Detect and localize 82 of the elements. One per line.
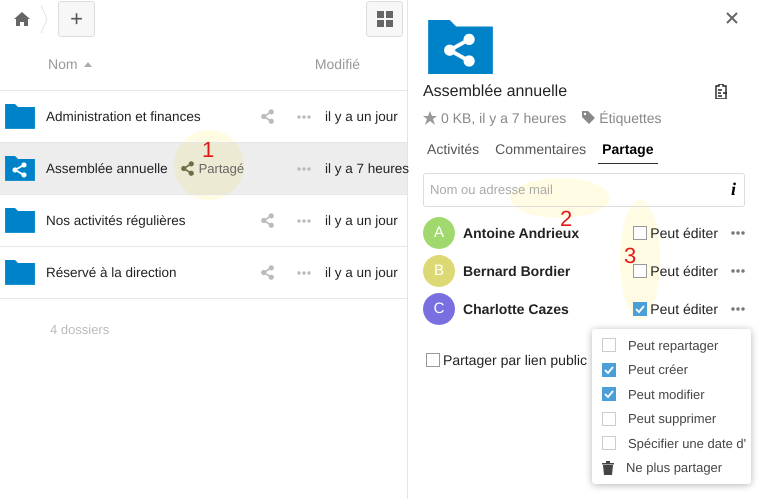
checkbox[interactable] [602, 387, 616, 402]
permission-label: Peut éditer [650, 224, 718, 241]
clipboard-icon[interactable] [714, 84, 728, 100]
more-button[interactable] [297, 270, 311, 274]
modified-time: il y a un jour [325, 213, 399, 228]
checkbox[interactable] [633, 264, 648, 278]
more-button[interactable] [731, 230, 745, 235]
more-button[interactable] [297, 114, 311, 118]
file-title: Assemblée annuelle [423, 82, 568, 101]
more-icon [297, 218, 311, 222]
folder-count: 4 dossiers [49, 321, 110, 337]
checkbox[interactable] [602, 338, 616, 352]
more-button[interactable] [731, 268, 745, 273]
checkbox[interactable] [602, 362, 616, 377]
tab[interactable]: Commentaires [491, 136, 590, 164]
more-icon [297, 270, 311, 274]
star-icon[interactable] [423, 110, 437, 125]
info-button[interactable]: i [730, 179, 736, 200]
more-button[interactable] [731, 306, 745, 311]
user-name: Charlotte Cazes [463, 300, 570, 317]
user-avatar: B [423, 254, 455, 287]
close-icon[interactable] [726, 12, 738, 24]
permission-label: Peut éditer [650, 300, 718, 317]
share-icon [180, 161, 195, 176]
more-icon [297, 114, 311, 118]
annotation-number: 3 [624, 245, 636, 267]
checkbox[interactable] [426, 352, 440, 367]
permission-label: Peut éditer [650, 262, 718, 279]
file-row[interactable]: Nos activités régulières il y a un jour [0, 195, 407, 247]
share-button[interactable] [260, 109, 275, 124]
more-icon [297, 166, 311, 170]
user-avatar: A [423, 216, 455, 249]
share-search-field[interactable]: Nom ou adresse mail i [423, 172, 745, 207]
menu-item[interactable]: Peut repartager [628, 338, 718, 353]
home-icon[interactable] [14, 12, 30, 26]
modified-time: il y a un jour [325, 109, 399, 124]
menu-item[interactable]: Spécifier une date d' [628, 436, 746, 451]
file-row[interactable]: Administration et finances il y a un jour [0, 91, 407, 143]
menu-item[interactable]: Peut supprimer [628, 411, 716, 426]
new-button[interactable]: + [58, 1, 95, 37]
share-icon [260, 265, 275, 280]
modified-time: il y a 7 heures [325, 161, 407, 176]
public-link-label: Partager par lien public [443, 352, 587, 368]
share-button[interactable]: Partagé [180, 161, 244, 176]
tags-link[interactable]: Étiquettes [599, 110, 662, 126]
checkbox[interactable] [633, 226, 648, 240]
checkbox[interactable] [602, 412, 616, 426]
tab[interactable]: Partage [598, 136, 658, 164]
menu-item[interactable]: Ne plus partager [626, 460, 722, 476]
checkbox[interactable] [602, 436, 616, 450]
folder-icon [5, 104, 35, 129]
share-button[interactable] [260, 265, 275, 280]
file-name: Nos activités régulières [46, 213, 186, 228]
more-icon [731, 230, 745, 235]
share-button[interactable] [260, 213, 275, 228]
trash-icon [602, 460, 614, 475]
file-name: Réservé à la direction [46, 265, 177, 280]
tag-icon [582, 111, 596, 124]
more-icon [731, 306, 745, 311]
user-avatar: C [423, 292, 455, 325]
sort-ascending-icon [84, 62, 92, 66]
more-button[interactable] [297, 218, 311, 222]
file-meta: 0 KB, il y a 7 heures [441, 110, 566, 126]
menu-item[interactable]: Peut créer [628, 362, 688, 378]
modified-time: il y a un jour [325, 265, 399, 280]
shared-folder-icon [5, 156, 35, 181]
breadcrumb-chevron-icon [40, 4, 48, 34]
grid-view-button[interactable] [366, 1, 403, 37]
folder-icon [5, 208, 35, 233]
grid-icon [376, 11, 392, 27]
file-name: Assemblée annuelle [46, 161, 168, 176]
shared-folder-icon [428, 20, 493, 74]
file-name: Administration et finances [46, 109, 201, 124]
more-icon [731, 268, 745, 273]
menu-item[interactable]: Peut modifier [628, 386, 705, 402]
share-icon [260, 213, 275, 228]
user-name: Bernard Bordier [463, 262, 572, 279]
checkbox[interactable] [633, 302, 648, 316]
tab[interactable]: Activités [423, 136, 484, 164]
folder-icon [5, 260, 35, 285]
share-icon [260, 109, 275, 124]
file-row[interactable]: Réservé à la direction il y a un jour [0, 247, 407, 299]
